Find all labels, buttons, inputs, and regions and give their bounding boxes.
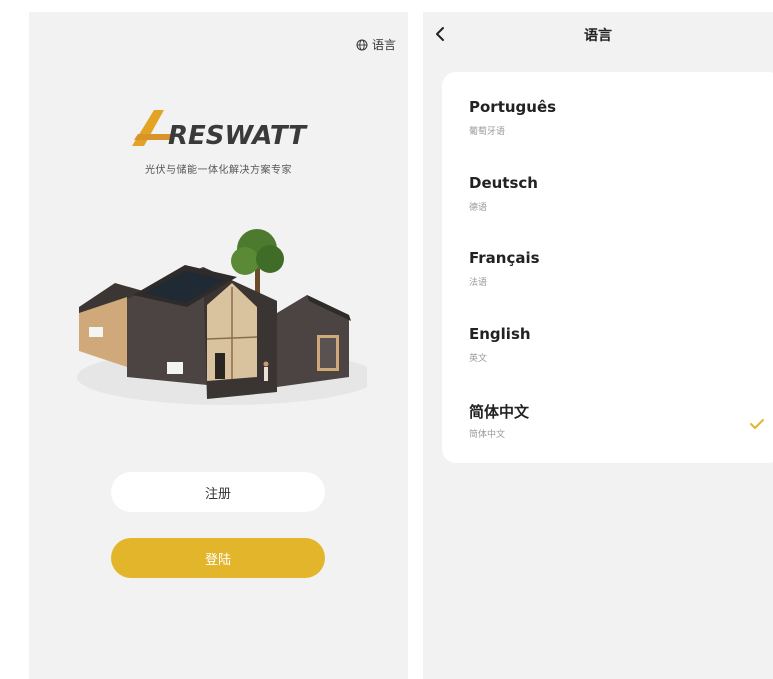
logo-text: RESWATT bbox=[168, 121, 308, 151]
language-option-francais[interactable]: Français 法语 bbox=[469, 249, 769, 307]
login-button[interactable]: 登陆 bbox=[111, 538, 325, 578]
language-option-chinese-simplified[interactable]: 简体中文 简体中文 bbox=[469, 401, 769, 459]
language-native-name: 法语 bbox=[469, 278, 488, 288]
globe-icon bbox=[356, 39, 368, 51]
register-button[interactable]: 注册 bbox=[111, 472, 325, 512]
language-option-deutsch[interactable]: Deutsch 德语 bbox=[469, 174, 769, 232]
language-name: Français bbox=[469, 249, 540, 267]
nav-bar: 语言 bbox=[423, 12, 773, 60]
language-native-name: 德语 bbox=[469, 203, 488, 213]
login-screen: 语言 RESWATT 光伏与储能一体化解决方案专家 注册 登陆 bbox=[29, 12, 408, 679]
slogan-text: 光伏与储能一体化解决方案专家 bbox=[145, 165, 292, 176]
language-native-name: 简体中文 bbox=[469, 430, 506, 440]
language-name: Deutsch bbox=[469, 174, 538, 192]
language-option-portugues[interactable]: Português 葡萄牙语 bbox=[469, 98, 769, 156]
language-settings-screen: 语言 Português 葡萄牙语 Deutsch 德语 Français 法语… bbox=[423, 12, 773, 679]
language-native-name: 英文 bbox=[469, 354, 488, 364]
language-native-name: 葡萄牙语 bbox=[469, 127, 506, 137]
language-option-english[interactable]: English 英文 bbox=[469, 325, 769, 383]
language-name: 简体中文 bbox=[469, 403, 530, 421]
checkmark-icon bbox=[749, 415, 765, 434]
language-switch-button[interactable]: 语言 bbox=[356, 36, 396, 53]
page-title: 语言 bbox=[584, 28, 612, 44]
house-illustration bbox=[67, 217, 377, 421]
language-list: Português 葡萄牙语 Deutsch 德语 Français 法语 En… bbox=[442, 72, 773, 463]
language-name: English bbox=[469, 325, 531, 343]
language-name: Português bbox=[469, 98, 557, 116]
language-switch-label: 语言 bbox=[371, 38, 396, 52]
brand-logo: RESWATT bbox=[29, 104, 408, 152]
